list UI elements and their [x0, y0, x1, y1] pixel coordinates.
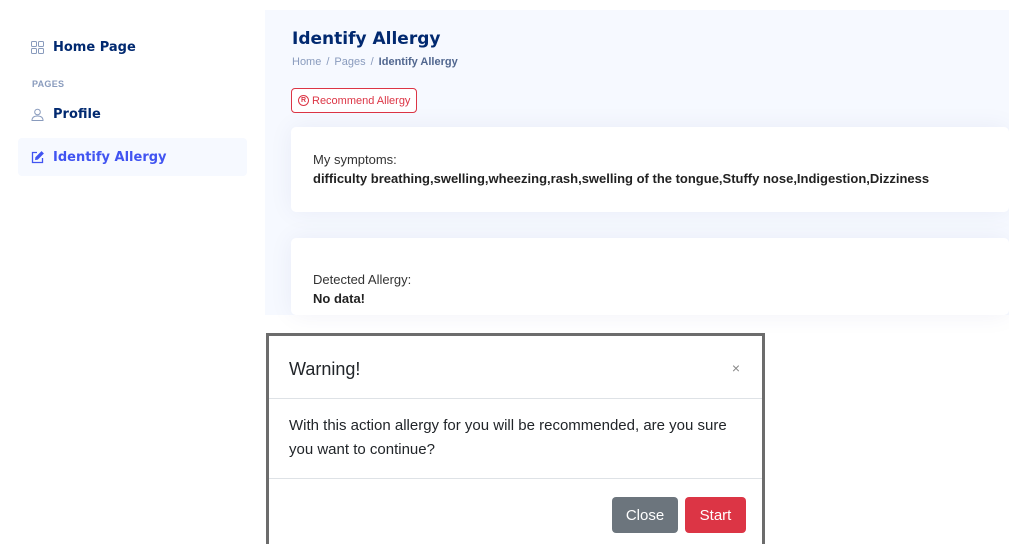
modal-body: With this action allergy for you will be…	[289, 417, 727, 458]
sidebar-item-label: Identify Allergy	[53, 149, 167, 165]
breadcrumb-separator: /	[370, 56, 374, 68]
page-title: Identify Allergy	[292, 29, 441, 49]
sidebar-item-label: Profile	[53, 106, 101, 122]
main-content: Identify Allergy Home / Pages / Identify…	[265, 10, 1009, 315]
recommend-allergy-button[interactable]: R Recommend Allergy	[291, 88, 418, 113]
symptoms-label: My symptoms:	[313, 152, 397, 167]
breadcrumb-separator: /	[326, 56, 330, 68]
modal-footer: Close Start	[269, 478, 762, 544]
sidebar-item-label: Home Page	[53, 39, 136, 55]
breadcrumb-current: Identify Allergy	[378, 56, 458, 68]
modal-title: Warning!	[289, 359, 361, 379]
recommend-allergy-label: Recommend Allergy	[312, 94, 411, 107]
breadcrumb: Home / Pages / Identify Allergy	[292, 56, 458, 68]
breadcrumb-home[interactable]: Home	[292, 56, 321, 68]
modal-header: Warning! ×	[269, 336, 762, 399]
grid-icon	[31, 40, 44, 54]
detected-allergy-value: No data!	[313, 291, 365, 306]
symptoms-value: difficulty breathing,swelling,wheezing,r…	[313, 171, 930, 186]
pencil-square-icon	[31, 150, 44, 164]
warning-modal: Warning! × With this action allergy for …	[266, 333, 765, 544]
detected-allergy-label: Detected Allergy:	[313, 272, 412, 287]
sidebar-item-home[interactable]: Home Page	[18, 28, 247, 66]
sidebar-section-heading: PAGES	[32, 79, 65, 89]
symptoms-card: My symptoms: difficulty breathing,swelli…	[291, 127, 1009, 212]
person-icon	[31, 108, 44, 121]
close-icon[interactable]: ×	[732, 360, 740, 376]
breadcrumb-pages[interactable]: Pages	[334, 56, 365, 68]
registered-icon: R	[298, 95, 309, 106]
detected-allergy-card: Detected Allergy: No data!	[291, 238, 1009, 315]
close-button[interactable]: Close	[612, 497, 678, 533]
start-button[interactable]: Start	[685, 497, 746, 533]
sidebar-item-profile[interactable]: Profile	[18, 95, 247, 133]
sidebar: Home Page PAGES Profile Identify Allergy	[0, 10, 265, 330]
app-page: Home Page PAGES Profile Identify Allergy…	[0, 0, 1009, 544]
sidebar-item-identify-allergy[interactable]: Identify Allergy	[18, 138, 247, 176]
